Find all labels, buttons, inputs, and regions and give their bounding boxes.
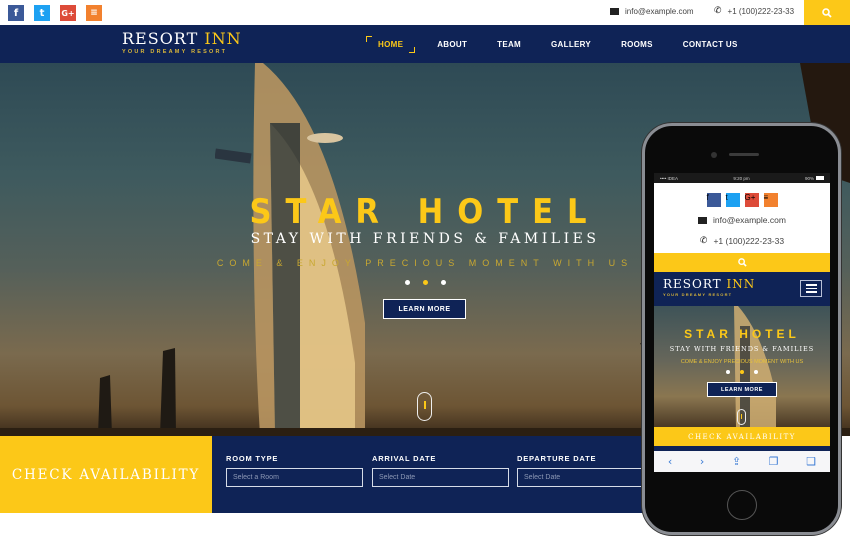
phone-icon: ✆	[699, 235, 708, 246]
logo[interactable]: RESORT INN YOUR DREAMY RESORT	[122, 29, 242, 56]
slider-dot-2[interactable]	[422, 280, 428, 285]
navbar: RESORT INN YOUR DREAMY RESORT HOME ABOUT…	[0, 25, 850, 63]
mobile-hero-subtitle: STAY WITH FRIENDS & FAMILIES	[669, 345, 815, 353]
departure-date-input[interactable]: Select Date	[517, 468, 654, 487]
arrival-date-input[interactable]: Select Date	[372, 468, 509, 487]
top-bar: f t G+ ≡ info@example.com ✆ +1 (100)222-…	[0, 0, 850, 25]
mobile-logo[interactable]: RESORT INN YOUR DREAMY RESORT	[663, 278, 755, 298]
phone-text: +1 (100)222-23-33	[727, 7, 795, 16]
room-type-label: ROOM TYPE	[226, 454, 279, 463]
nav-gallery[interactable]: GALLERY	[551, 40, 591, 49]
twitter-icon[interactable]: t	[725, 193, 740, 207]
mobile-email[interactable]: info@example.com	[654, 215, 830, 225]
arrival-date-label: ARRIVAL DATE	[372, 454, 437, 463]
nav-team[interactable]: TEAM	[497, 40, 521, 49]
battery-indicator: 90%	[805, 176, 824, 181]
search-button[interactable]	[804, 0, 850, 25]
availability-form: ROOM TYPE Select a Room ARRIVAL DATE Sel…	[212, 436, 654, 513]
time-text: 9:20 pm	[733, 175, 750, 181]
slider-dot-1[interactable]	[404, 280, 410, 285]
phone-status-bar: •••• IDEA 9:20 pm 90%	[654, 173, 830, 183]
slider-dot-1[interactable]	[726, 370, 730, 374]
forward-icon[interactable]: ›	[700, 455, 704, 468]
mobile-hero-title: STAR HOTEL	[684, 327, 800, 341]
tabs-icon[interactable]: ❑	[806, 455, 816, 468]
phone-mockup: •••• IDEA 9:20 pm 90% f t G+ ≡ info@exam…	[642, 123, 841, 535]
nav-home[interactable]: HOME	[366, 35, 416, 53]
departure-date-field: DEPARTURE DATE Select Date	[517, 454, 654, 487]
contact-email[interactable]: info@example.com	[610, 7, 694, 16]
learn-more-button[interactable]: LEARN MORE	[383, 299, 466, 319]
facebook-icon[interactable]: f	[706, 193, 721, 207]
mobile-slider-dots	[654, 370, 830, 374]
check-availability-heading: CHECK AVAILABILITY	[0, 436, 212, 513]
google-plus-icon[interactable]: G+	[744, 193, 759, 207]
slider-dot-2[interactable]	[740, 370, 744, 374]
scroll-down-icon[interactable]	[737, 409, 746, 425]
logo-tagline: YOUR DREAMY RESORT	[122, 49, 228, 55]
nav-contact[interactable]: CONTACT US	[683, 40, 738, 49]
mobile-check-availability[interactable]: CHECK AVAILABILITY	[654, 427, 830, 446]
facebook-icon[interactable]: f	[8, 5, 24, 21]
mobile-learn-more-button[interactable]: LEARN MORE	[707, 382, 777, 397]
envelope-icon	[698, 216, 708, 224]
social-links: f t G+ ≡	[8, 5, 102, 21]
rss-icon[interactable]: ≡	[86, 5, 102, 21]
phone-home-button	[727, 490, 757, 520]
google-plus-icon[interactable]: G+	[60, 5, 76, 21]
phone-speaker	[729, 153, 759, 156]
phone-screen: •••• IDEA 9:20 pm 90% f t G+ ≡ info@exam…	[654, 173, 830, 486]
scroll-down-icon[interactable]	[417, 392, 432, 421]
search-icon	[822, 7, 832, 18]
twitter-icon[interactable]: t	[34, 5, 50, 21]
browser-toolbar: ‹ › ⇪ ❐ ❑	[654, 451, 830, 472]
page: f t G+ ≡ info@example.com ✆ +1 (100)222-…	[0, 0, 850, 540]
mobile-navbar: RESORT INN YOUR DREAMY RESORT	[654, 272, 830, 306]
carrier-text: •••• IDEA	[660, 175, 679, 181]
arrival-date-field: ARRIVAL DATE Select Date	[372, 454, 509, 487]
mobile-hero: STAR HOTEL STAY WITH FRIENDS & FAMILIES …	[654, 306, 830, 427]
contact-phone[interactable]: ✆ +1 (100)222-23-33	[714, 6, 795, 17]
main-nav: HOME ABOUT TEAM GALLERY ROOMS CONTACT US	[366, 25, 768, 63]
battery-icon	[816, 176, 824, 181]
mobile-hero-tagline: COME & ENJOY PRECIOUS MOMENT WITH US	[680, 359, 804, 365]
envelope-icon	[610, 8, 619, 15]
hotel-tower-image	[734, 306, 776, 427]
hamburger-menu-icon[interactable]	[800, 280, 822, 297]
share-icon[interactable]: ⇪	[732, 455, 741, 468]
nav-about[interactable]: ABOUT	[437, 40, 467, 49]
rss-icon[interactable]: ≡	[763, 193, 778, 207]
mobile-social-links: f t G+ ≡	[654, 193, 830, 207]
mobile-phone[interactable]: ✆ +1 (100)222-23-33	[654, 236, 830, 246]
room-type-field: ROOM TYPE Select a Room	[226, 454, 363, 487]
room-type-select[interactable]: Select a Room	[226, 468, 363, 487]
mobile-search-button[interactable]	[654, 253, 830, 272]
slider-dot-3[interactable]	[440, 280, 446, 285]
email-text: info@example.com	[625, 7, 694, 16]
slider-dot-3[interactable]	[754, 370, 758, 374]
nav-rooms[interactable]: ROOMS	[621, 40, 653, 49]
phone-camera	[711, 152, 717, 158]
search-icon	[737, 258, 747, 267]
bookmarks-icon[interactable]: ❐	[769, 455, 779, 468]
logo-title: RESORT INN	[122, 29, 242, 48]
departure-date-label: DEPARTURE DATE	[517, 454, 597, 463]
back-icon[interactable]: ‹	[668, 455, 672, 468]
phone-icon: ✆	[714, 6, 722, 16]
